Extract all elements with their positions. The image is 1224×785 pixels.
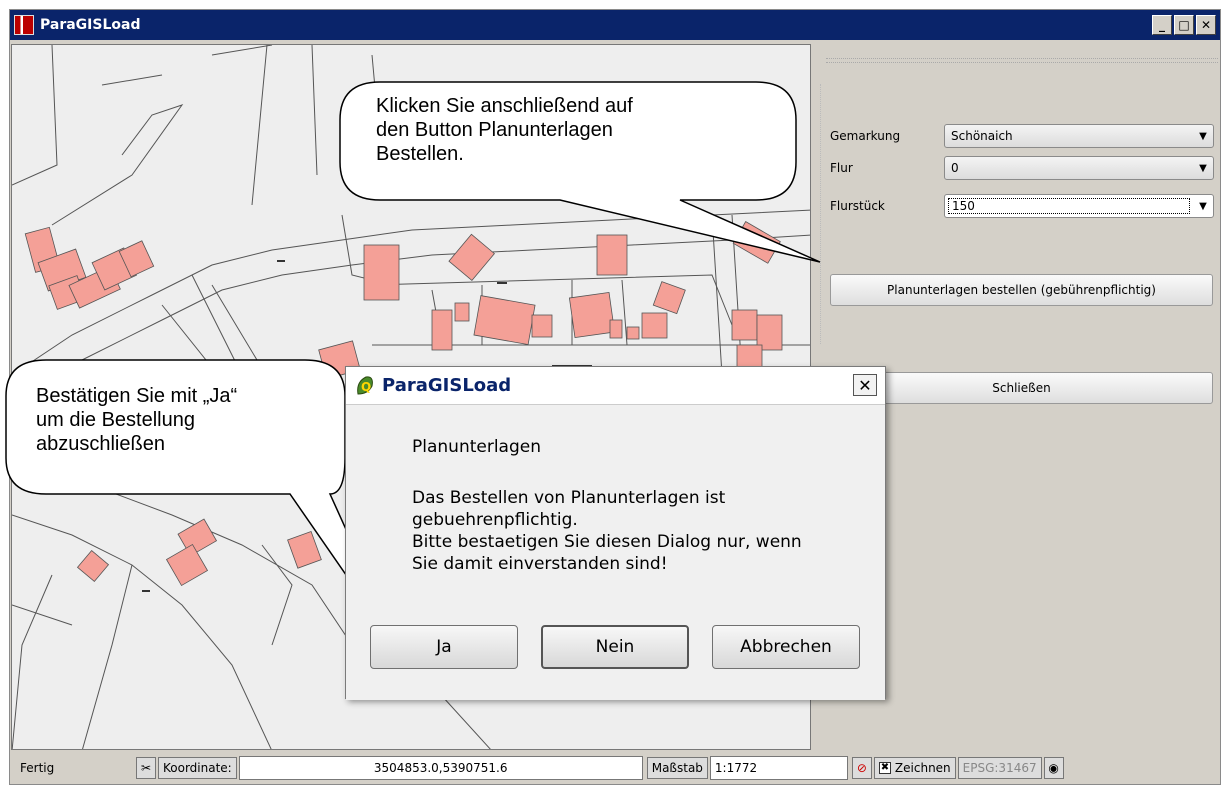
callout-line: Bestätigen Sie mit „Ja“ [36, 385, 238, 407]
status-text: Fertig [20, 761, 55, 775]
flurstueck-select[interactable]: 150 ▼ [944, 194, 1214, 218]
scale-label: Maßstab [646, 757, 708, 779]
draw-label: Zeichnen [894, 761, 951, 775]
panel-splitter[interactable] [820, 84, 823, 344]
app-icon [14, 15, 34, 35]
yes-button[interactable]: Ja [370, 625, 518, 669]
stop-render-icon[interactable]: ⊘ [851, 757, 872, 779]
callout-confirm-text: Bestätigen Sie mit „Ja“ um die Bestellun… [36, 384, 237, 456]
status-bar: Fertig ✂ Koordinate: 3504853.0,5390751.6… [10, 752, 1220, 784]
message-line: Bitte bestaetigen Sie diesen Dialog nur,… [412, 532, 802, 552]
dialog-heading: Planunterlagen [412, 437, 541, 457]
dialog-title-bar[interactable]: Q ParaGISLoad ✕ [346, 367, 885, 405]
message-line: Das Bestellen von Planunterlagen ist [412, 488, 726, 508]
checkbox-icon[interactable]: ✖ [878, 762, 891, 774]
order-plans-button[interactable]: Planunterlagen bestellen (gebührenpflich… [830, 274, 1213, 306]
callout-order-text: Klicken Sie anschließend auf den Button … [376, 94, 633, 166]
scale-value: 1:1772 [714, 761, 758, 775]
dialog-title: ParaGISLoad [382, 375, 512, 396]
coordinate-field[interactable]: 3504853.0,5390751.6 [238, 756, 643, 780]
window-title: ParaGISLoad [40, 17, 141, 33]
dialog-close-button[interactable]: ✕ [853, 374, 877, 396]
cancel-button[interactable]: Abbrechen [712, 625, 860, 669]
no-button[interactable]: Nein [541, 625, 689, 669]
svg-text:Q: Q [361, 380, 371, 394]
close-window-button[interactable]: ✕ [1196, 15, 1216, 35]
callout-line: abzuschließen [36, 433, 165, 455]
callout-line: Bestellen. [376, 143, 464, 165]
crs-indicator[interactable]: EPSG:31467 [957, 757, 1042, 779]
confirm-dialog: Q ParaGISLoad ✕ Planunterlagen Das Beste… [345, 366, 886, 700]
callout-line: den Button Planunterlagen [376, 119, 613, 141]
chevron-down-icon[interactable]: ▼ [1193, 195, 1213, 217]
message-line: Sie damit einverstanden sind! [412, 554, 668, 574]
minimize-button[interactable]: _ [1152, 15, 1172, 35]
chevron-down-icon[interactable]: ▼ [1193, 157, 1213, 179]
app-logo-icon: Q [357, 375, 373, 395]
chevron-down-icon[interactable]: ▼ [1193, 125, 1213, 147]
gemarkung-select[interactable]: Schönaich ▼ [944, 124, 1214, 148]
flur-label: Flur [830, 161, 853, 175]
flur-row: Flur 0 ▼ [830, 156, 1214, 180]
draw-toggle[interactable]: ✖ Zeichnen [873, 757, 956, 779]
callout-line: um die Bestellung [36, 409, 195, 431]
gemarkung-row: Gemarkung Schönaich ▼ [830, 124, 1214, 148]
coordinate-label: Koordinate: [158, 757, 237, 779]
title-bar[interactable]: ParaGISLoad _ □ ✕ [10, 10, 1220, 40]
message-line: gebuehrenpflichtig. [412, 510, 578, 530]
flur-select[interactable]: 0 ▼ [944, 156, 1214, 180]
close-panel-button[interactable]: Schließen [830, 372, 1213, 404]
flurstueck-value: 150 [948, 198, 1190, 214]
projection-globe-icon[interactable]: ◉ [1043, 757, 1064, 779]
gemarkung-label: Gemarkung [830, 129, 901, 143]
pan-tool-icon[interactable]: ✂ [136, 757, 156, 779]
flurstueck-row: Flurstück 150 ▼ [830, 194, 1214, 218]
gemarkung-value: Schönaich [951, 129, 1013, 143]
scale-field[interactable]: 1:1772 [709, 756, 848, 780]
flurstueck-label: Flurstück [830, 199, 885, 213]
flur-value: 0 [951, 161, 959, 175]
dialog-body: Planunterlagen Das Bestellen von Planunt… [346, 405, 885, 700]
maximize-button[interactable]: □ [1174, 15, 1194, 35]
callout-line: Klicken Sie anschließend auf [376, 95, 633, 117]
coordinate-value: 3504853.0,5390751.6 [373, 761, 508, 775]
panel-grip[interactable] [826, 58, 1218, 63]
dialog-message: Das Bestellen von Planunterlagen ist geb… [412, 487, 852, 575]
